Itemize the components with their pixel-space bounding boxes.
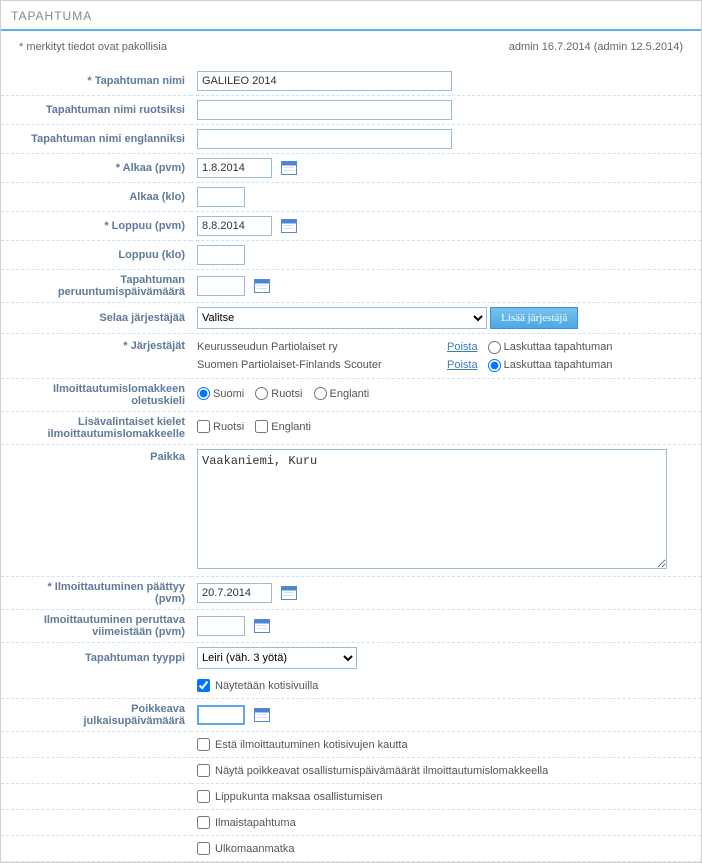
event-name-sv-input[interactable] [197,100,452,120]
label-cancel-date: Tapahtumanperuuntumispäivämäärä [1,270,191,303]
invoices-radio-label[interactable]: Laskuttaa tapahtuman [488,338,613,356]
place-textarea[interactable] [197,449,667,569]
required-note: * merkityt tiedot ovat pakollisia [19,41,167,53]
label-extra-lang: Lisävalintaiset kieletilmoittautumisloma… [1,412,191,445]
starts-time-input[interactable] [197,187,245,207]
label-starts-date: * Alkaa (pvm) [1,154,191,183]
label-place: Paikka [1,445,191,577]
show-on-site-check[interactable] [197,679,210,692]
delete-organizer-link[interactable]: Poista [447,356,478,374]
audit-text: admin 16.7.2014 (admin 12.5.2014) [509,41,683,53]
ends-time-input[interactable] [197,245,245,265]
show-diff-check[interactable] [197,764,210,777]
lang-sv-radio[interactable]: Ruotsi [255,387,302,400]
ends-date-input[interactable] [197,216,272,236]
block-web-check[interactable] [197,738,210,751]
calendar-icon[interactable] [254,708,270,722]
label-reg-cancel: Ilmoittautuminen peruttavaviimeistään (p… [1,610,191,643]
reg-ends-input[interactable] [197,583,272,603]
calendar-icon[interactable] [254,619,270,633]
label-ends-time: Loppuu (klo) [1,241,191,270]
panel-title: TAPAHTUMA [1,1,701,31]
free-event-check[interactable] [197,816,210,829]
reg-cancel-input[interactable] [197,616,245,636]
calendar-icon[interactable] [254,279,270,293]
troop-pays-check[interactable] [197,790,210,803]
calendar-icon[interactable] [281,586,297,600]
label-ends-date: * Loppuu (pvm) [1,212,191,241]
organizer-row: Keurusseudun Partiolaiset ry Poista Lask… [197,338,695,356]
publish-date-input[interactable] [197,705,245,725]
label-name-sv: Tapahtuman nimi ruotsiksi [1,96,191,125]
label-type: Tapahtuman tyyppi [1,643,191,674]
label-name: * Tapahtuman nimi [1,67,191,96]
extra-en-check[interactable]: Englanti [255,420,311,433]
lang-en-radio[interactable]: Englanti [314,387,370,400]
cancel-date-input[interactable] [197,276,245,296]
label-starts-time: Alkaa (klo) [1,183,191,212]
organizer-row: Suomen Partiolaiset-Finlands Scouter Poi… [197,356,695,374]
label-orgs: * Järjestäjät [1,334,191,379]
add-organizer-button[interactable]: Lisää järjestäjä [490,307,578,329]
invoices-radio[interactable] [488,359,501,372]
event-type-select[interactable]: Leiri (väh. 3 yötä) [197,647,357,669]
label-default-lang: Ilmoittautumislomakkeenoletuskieli [1,379,191,412]
extra-sv-check[interactable]: Ruotsi [197,420,244,433]
event-panel: TAPAHTUMA * merkityt tiedot ovat pakolli… [0,0,702,863]
event-name-input[interactable] [197,71,452,91]
invoices-radio-label[interactable]: Laskuttaa tapahtuman [488,356,613,374]
organizer-select[interactable]: Valitse [197,307,487,329]
abroad-check[interactable] [197,842,210,855]
delete-organizer-link[interactable]: Poista [447,338,478,356]
form-table: * Tapahtuman nimi Tapahtuman nimi ruotsi… [1,67,701,862]
starts-date-input[interactable] [197,158,272,178]
organizer-name: Keurusseudun Partiolaiset ry [197,338,437,356]
label-browse-org: Selaa järjestäjää [1,303,191,334]
label-reg-ends: * Ilmoittautuminen päättyy(pvm) [1,577,191,610]
calendar-icon[interactable] [281,161,297,175]
show-on-site-label: Näytetään kotisivuilla [215,680,318,692]
calendar-icon[interactable] [281,219,297,233]
lang-fi-radio[interactable]: Suomi [197,387,244,400]
organizer-name: Suomen Partiolaiset-Finlands Scouter [197,356,437,374]
label-pub-date: Poikkeavajulkaisupäivämäärä [1,699,191,732]
label-name-en: Tapahtuman nimi englanniksi [1,125,191,154]
event-name-en-input[interactable] [197,129,452,149]
invoices-radio[interactable] [488,341,501,354]
